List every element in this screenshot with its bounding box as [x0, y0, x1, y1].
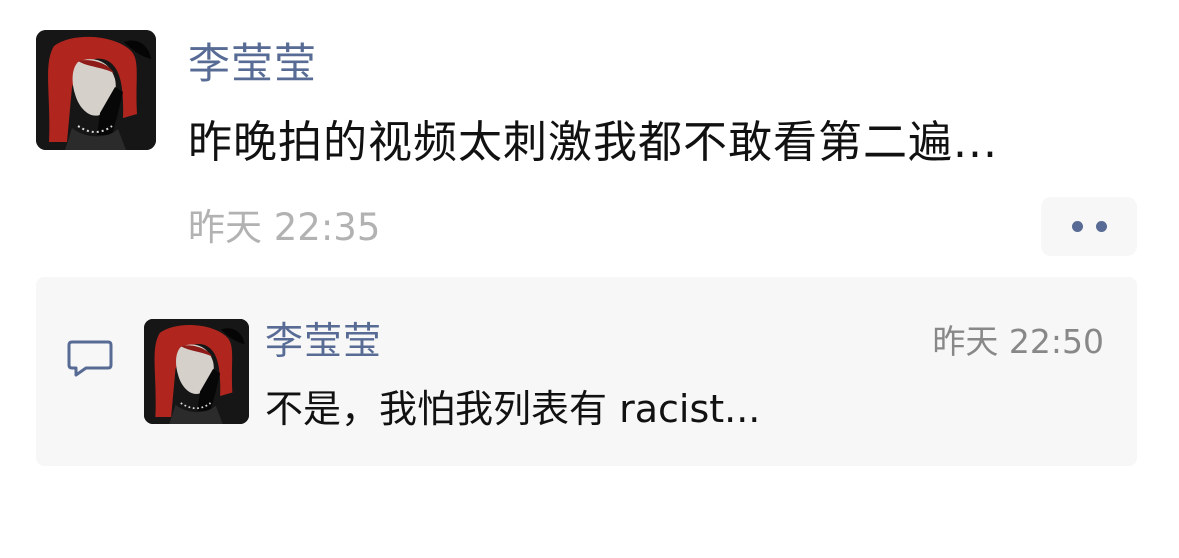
comment-panel: 李莹莹 昨天 22:50 不是，我怕我列表有 racist... — [36, 277, 1137, 466]
post-author-name[interactable]: 李莹莹 — [188, 36, 317, 92]
comment-timestamp: 昨天 22:50 — [932, 322, 1104, 361]
more-actions-button[interactable] — [1041, 197, 1137, 256]
comment-bubble-icon — [66, 337, 114, 379]
avatar-image — [36, 30, 156, 150]
comment-avatar[interactable] — [144, 319, 249, 424]
two-dots-icon — [1072, 221, 1083, 232]
post-avatar[interactable] — [36, 30, 156, 150]
avatar-image — [144, 319, 249, 424]
comment-author-name[interactable]: 李莹莹 — [265, 315, 382, 367]
two-dots-icon — [1096, 221, 1107, 232]
post-text: 昨晚拍的视频太刺激我都不敢看第二遍... — [188, 117, 998, 168]
post-timestamp: 昨天 22:35 — [188, 206, 381, 249]
comment-text: 不是，我怕我列表有 racist... — [265, 387, 761, 431]
